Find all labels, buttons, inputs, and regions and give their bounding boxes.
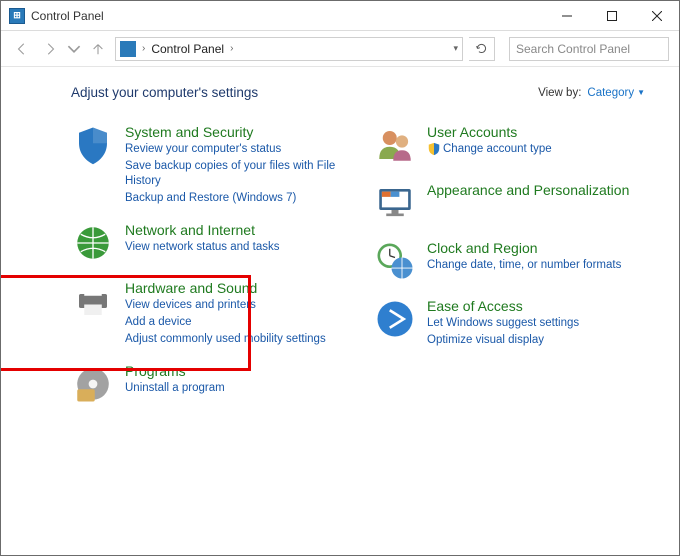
breadcrumb-control-panel[interactable]: Control Panel: [151, 42, 224, 56]
close-button[interactable]: [634, 1, 679, 30]
printer-icon: [71, 280, 115, 324]
category-user-accounts: User Accounts Change account type: [373, 124, 645, 168]
link-devices-printers[interactable]: View devices and printers: [125, 298, 343, 313]
link-date-time-formats[interactable]: Change date, time, or number formats: [427, 258, 645, 273]
link-mobility-settings[interactable]: Adjust commonly used mobility settings: [125, 332, 343, 347]
refresh-button[interactable]: [469, 37, 495, 61]
view-by-label: View by:: [538, 87, 581, 99]
page-heading: Adjust your computer's settings: [71, 85, 258, 100]
window-frame: ⊞ Control Panel ›: [0, 0, 680, 556]
clock-icon: [373, 240, 417, 284]
titlebar: ⊞ Control Panel: [1, 1, 679, 31]
link-uninstall-program[interactable]: Uninstall a program: [125, 381, 343, 396]
minimize-button[interactable]: [544, 1, 589, 30]
link-optimize-display[interactable]: Optimize visual display: [427, 333, 645, 348]
category-title[interactable]: Hardware and Sound: [125, 280, 343, 296]
navigation-toolbar: › Control Panel › ▾: [1, 31, 679, 67]
category-hardware-sound: Hardware and Sound View devices and prin…: [71, 280, 343, 349]
forward-button[interactable]: [39, 38, 61, 60]
category-ease-of-access: Ease of Access Let Windows suggest setti…: [373, 298, 645, 350]
uac-shield-icon: [427, 142, 441, 156]
chevron-right-icon[interactable]: ›: [140, 43, 147, 54]
recent-locations-dropdown[interactable]: [67, 38, 81, 60]
window-controls: [544, 1, 679, 30]
category-network-internet: Network and Internet View network status…: [71, 222, 343, 266]
chevron-right-icon[interactable]: ›: [228, 43, 235, 54]
users-icon: [373, 124, 417, 168]
link-change-account-type[interactable]: Change account type: [427, 142, 645, 157]
search-box[interactable]: [509, 37, 669, 61]
category-title[interactable]: User Accounts: [427, 124, 645, 140]
right-column: User Accounts Change account type Appear…: [373, 124, 645, 407]
link-review-status[interactable]: Review your computer's status: [125, 142, 343, 157]
address-dropdown-icon[interactable]: ▾: [453, 43, 458, 54]
category-title[interactable]: Clock and Region: [427, 240, 645, 256]
view-by-value: Category: [587, 87, 634, 99]
link-add-device[interactable]: Add a device: [125, 315, 343, 330]
caret-down-icon: ▼: [637, 88, 645, 97]
shield-icon: [71, 124, 115, 168]
link-suggest-settings[interactable]: Let Windows suggest settings: [427, 316, 645, 331]
view-by-control: View by: Category ▼: [538, 87, 645, 99]
disc-icon: [71, 363, 115, 407]
control-panel-icon: ⊞: [9, 8, 25, 24]
ease-of-access-icon: [373, 298, 417, 342]
maximize-button[interactable]: [589, 1, 634, 30]
content-area: Adjust your computer's settings View by:…: [1, 67, 679, 555]
globe-icon: [71, 222, 115, 266]
category-title[interactable]: System and Security: [125, 124, 343, 140]
link-network-status[interactable]: View network status and tasks: [125, 240, 343, 255]
category-title[interactable]: Programs: [125, 363, 343, 379]
link-file-history[interactable]: Save backup copies of your files with Fi…: [125, 159, 343, 189]
left-column: System and Security Review your computer…: [71, 124, 343, 407]
monitor-icon: [373, 182, 417, 226]
category-title[interactable]: Network and Internet: [125, 222, 343, 238]
category-title[interactable]: Ease of Access: [427, 298, 645, 314]
category-appearance-personalization: Appearance and Personalization: [373, 182, 645, 226]
up-button[interactable]: [87, 38, 109, 60]
category-title[interactable]: Appearance and Personalization: [427, 182, 645, 198]
view-by-dropdown[interactable]: Category ▼: [587, 87, 645, 99]
address-bar[interactable]: › Control Panel › ▾: [115, 37, 463, 61]
window-title: Control Panel: [31, 9, 544, 23]
link-backup-restore[interactable]: Backup and Restore (Windows 7): [125, 191, 343, 206]
category-programs: Programs Uninstall a program: [71, 363, 343, 407]
category-system-security: System and Security Review your computer…: [71, 124, 343, 208]
back-button[interactable]: [11, 38, 33, 60]
address-control-panel-icon: [120, 41, 136, 57]
search-input[interactable]: [516, 42, 671, 56]
category-clock-region: Clock and Region Change date, time, or n…: [373, 240, 645, 284]
